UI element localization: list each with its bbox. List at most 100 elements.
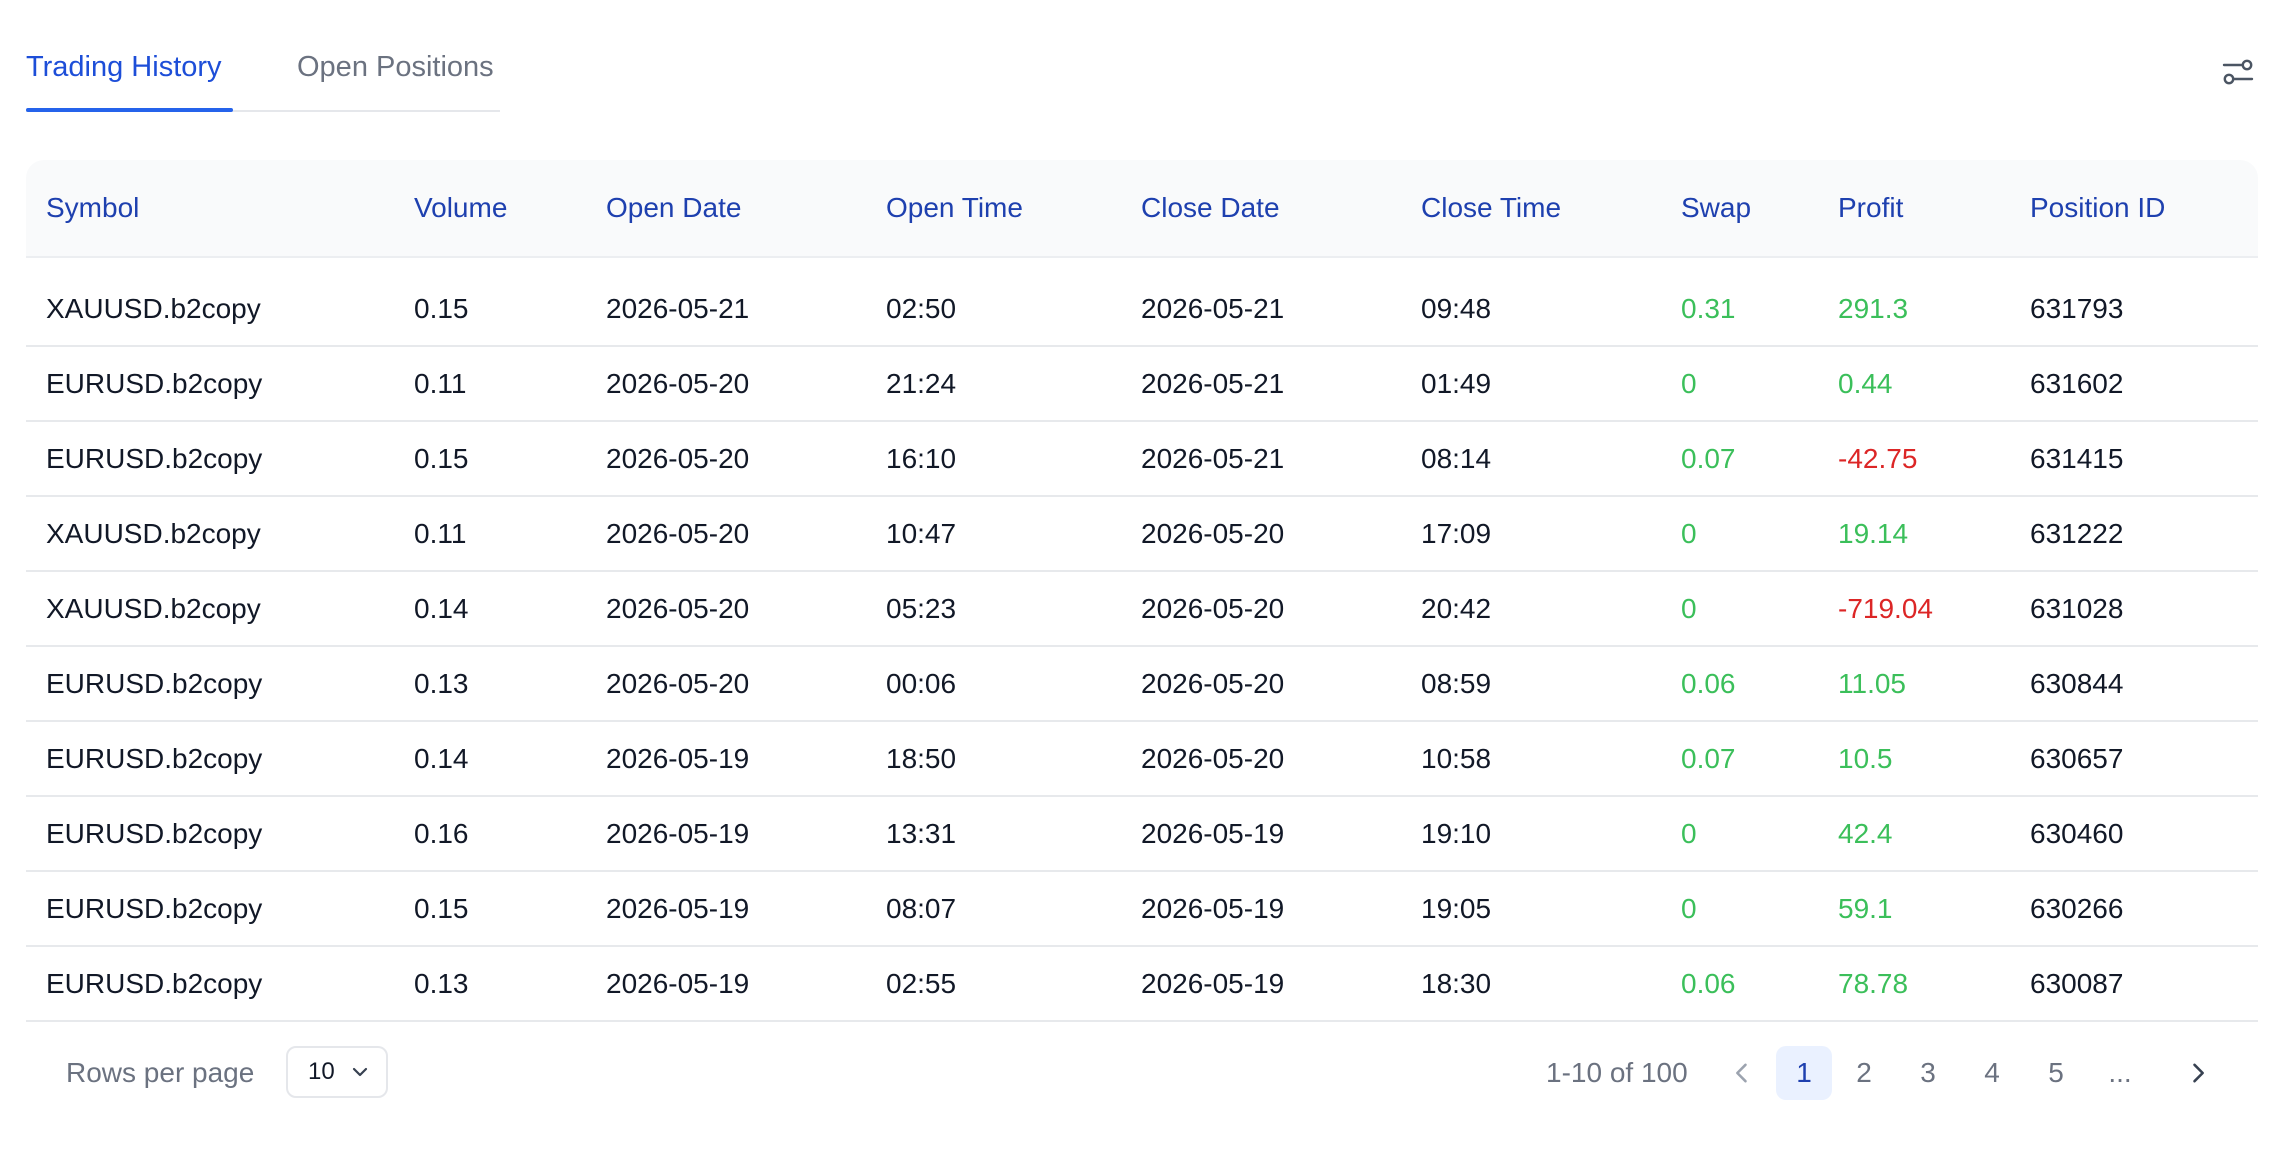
- page-button-1[interactable]: 1: [1776, 1046, 1832, 1100]
- table-row[interactable]: XAUUSD.b2copy 0.11 2026-05-20 10:47 2026-05-…: [26, 497, 2258, 572]
- cell-open-time: 21:24: [886, 368, 957, 399]
- table-row[interactable]: XAUUSD.b2copy 0.14 2026-05-20 05:23 2026-05-…: [26, 572, 2258, 647]
- cell-profit: 0.44: [1838, 368, 1893, 399]
- header-position-id[interactable]: Position ID: [2030, 160, 2165, 256]
- cell-swap: 0.07: [1681, 743, 1736, 774]
- table-row[interactable]: EURUSD.b2copy 0.15 2026-05-19 08:07 2026-05-…: [26, 872, 2258, 947]
- chevron-right-icon[interactable]: [2184, 1059, 2212, 1087]
- cell-profit: 10.5: [1838, 743, 1893, 774]
- cell-volume: 0.14: [414, 593, 469, 624]
- tab-open-positions[interactable]: Open Positions: [297, 42, 500, 110]
- cell-volume: 0.11: [414, 368, 467, 399]
- cell-close-date: 2026-05-21: [1141, 368, 1285, 399]
- tab-trading-history[interactable]: Trading History: [26, 42, 233, 112]
- header-swap[interactable]: Swap: [1681, 160, 1751, 256]
- cell-position-id: 631028: [2030, 593, 2124, 624]
- cell-volume: 0.13: [414, 668, 469, 699]
- cell-profit: 19.14: [1838, 518, 1909, 549]
- cell-volume: 0.16: [414, 818, 469, 849]
- header-close-date[interactable]: Close Date: [1141, 160, 1280, 256]
- cell-close-time: 08:14: [1421, 443, 1492, 474]
- cell-symbol: EURUSD.b2copy: [46, 893, 263, 924]
- cell-volume: 0.15: [414, 443, 469, 474]
- cell-close-time: 19:05: [1421, 893, 1492, 924]
- table-row[interactable]: EURUSD.b2copy 0.11 2026-05-20 21:24 2026-05-…: [26, 347, 2258, 422]
- cell-open-time: 08:07: [886, 893, 957, 924]
- cell-swap: 0.06: [1681, 668, 1736, 699]
- cell-close-date: 2026-05-20: [1141, 518, 1285, 549]
- cell-swap: 0: [1681, 818, 1697, 849]
- page-button-3[interactable]: 3: [1904, 1046, 1952, 1100]
- cell-profit: -42.75: [1838, 443, 1918, 474]
- pagination-range: 1-10 of 100: [1546, 1057, 1688, 1088]
- cell-volume: 0.15: [414, 293, 469, 324]
- cell-close-time: 20:42: [1421, 593, 1492, 624]
- page-button-5[interactable]: 5: [2032, 1046, 2080, 1100]
- cell-close-date: 2026-05-19: [1141, 818, 1285, 849]
- cell-profit: 59.1: [1838, 893, 1893, 924]
- header-open-time[interactable]: Open Time: [886, 160, 1023, 256]
- rows-per-page-select[interactable]: 10: [286, 1046, 388, 1098]
- column-settings-button[interactable]: [2218, 52, 2258, 92]
- page-button-4[interactable]: 4: [1968, 1046, 2016, 1100]
- cell-profit: 42.4: [1838, 818, 1893, 849]
- cell-close-date: 2026-05-19: [1141, 893, 1285, 924]
- cell-open-date: 2026-05-19: [606, 893, 750, 924]
- cell-close-time: 09:48: [1421, 293, 1492, 324]
- table-row[interactable]: XAUUSD.b2copy 0.15 2026-05-21 02:50 2026-05-…: [26, 272, 2258, 347]
- table-row[interactable]: EURUSD.b2copy 0.13 2026-05-19 02:55 2026-05-…: [26, 947, 2258, 1022]
- trading-panel: Trading History Open Positions Symbol Vo…: [26, 0, 2258, 1160]
- cell-swap: 0.06: [1681, 968, 1736, 999]
- cell-open-time: 18:50: [886, 743, 957, 774]
- header-close-time[interactable]: Close Time: [1421, 160, 1561, 256]
- cell-position-id: 630657: [2030, 743, 2124, 774]
- cell-swap: 0.31: [1681, 293, 1736, 324]
- cell-position-id: 631602: [2030, 368, 2124, 399]
- chevron-left-icon[interactable]: [1728, 1059, 1756, 1087]
- cell-symbol: EURUSD.b2copy: [46, 368, 263, 399]
- cell-position-id: 630266: [2030, 893, 2124, 924]
- cell-open-date: 2026-05-20: [606, 443, 750, 474]
- cell-symbol: EURUSD.b2copy: [46, 668, 263, 699]
- cell-position-id: 630087: [2030, 968, 2124, 999]
- cell-open-date: 2026-05-19: [606, 968, 750, 999]
- cell-close-date: 2026-05-20: [1141, 743, 1285, 774]
- cell-symbol: XAUUSD.b2copy: [46, 593, 261, 624]
- cell-swap: 0: [1681, 368, 1697, 399]
- cell-close-time: 19:10: [1421, 818, 1492, 849]
- cell-swap: 0.07: [1681, 443, 1736, 474]
- table-header: Symbol Volume Open Date Open Time Close …: [26, 160, 2258, 258]
- header-profit[interactable]: Profit: [1838, 160, 1903, 256]
- cell-open-time: 16:10: [886, 443, 957, 474]
- cell-volume: 0.14: [414, 743, 469, 774]
- cell-symbol: EURUSD.b2copy: [46, 968, 263, 999]
- cell-open-time: 00:06: [886, 668, 957, 699]
- cell-close-time: 18:30: [1421, 968, 1492, 999]
- rows-per-page-label: Rows per page: [66, 1057, 255, 1088]
- cell-profit: 78.78: [1838, 968, 1909, 999]
- cell-open-date: 2026-05-20: [606, 668, 750, 699]
- header-symbol[interactable]: Symbol: [46, 160, 139, 256]
- cell-close-date: 2026-05-21: [1141, 443, 1285, 474]
- pagination-footer: Rows per page 10 1-10 of 100 1 2 3 4 5 .…: [26, 1044, 2258, 1102]
- table-row[interactable]: EURUSD.b2copy 0.14 2026-05-19 18:50 2026-05-…: [26, 722, 2258, 797]
- header-open-date[interactable]: Open Date: [606, 160, 741, 256]
- table-row[interactable]: EURUSD.b2copy 0.15 2026-05-20 16:10 2026-05-…: [26, 422, 2258, 497]
- table-row[interactable]: EURUSD.b2copy 0.13 2026-05-20 00:06 2026-05-…: [26, 647, 2258, 722]
- cell-position-id: 631415: [2030, 443, 2124, 474]
- cell-open-date: 2026-05-20: [606, 518, 750, 549]
- cell-open-date: 2026-05-19: [606, 818, 750, 849]
- cell-volume: 0.15: [414, 893, 469, 924]
- trading-history-table: Symbol Volume Open Date Open Time Close …: [26, 160, 2258, 1022]
- page-button-2[interactable]: 2: [1840, 1046, 1888, 1100]
- cell-swap: 0: [1681, 893, 1697, 924]
- table-row[interactable]: EURUSD.b2copy 0.16 2026-05-19 13:31 2026-05-…: [26, 797, 2258, 872]
- tab-bar: Trading History Open Positions: [26, 42, 500, 112]
- header-volume[interactable]: Volume: [414, 160, 507, 256]
- cell-swap: 0: [1681, 593, 1697, 624]
- cell-open-date: 2026-05-20: [606, 593, 750, 624]
- sliders-settings-icon: [2222, 59, 2254, 85]
- page-ellipsis[interactable]: ...: [2096, 1046, 2144, 1100]
- cell-symbol: XAUUSD.b2copy: [46, 293, 261, 324]
- cell-close-time: 17:09: [1421, 518, 1492, 549]
